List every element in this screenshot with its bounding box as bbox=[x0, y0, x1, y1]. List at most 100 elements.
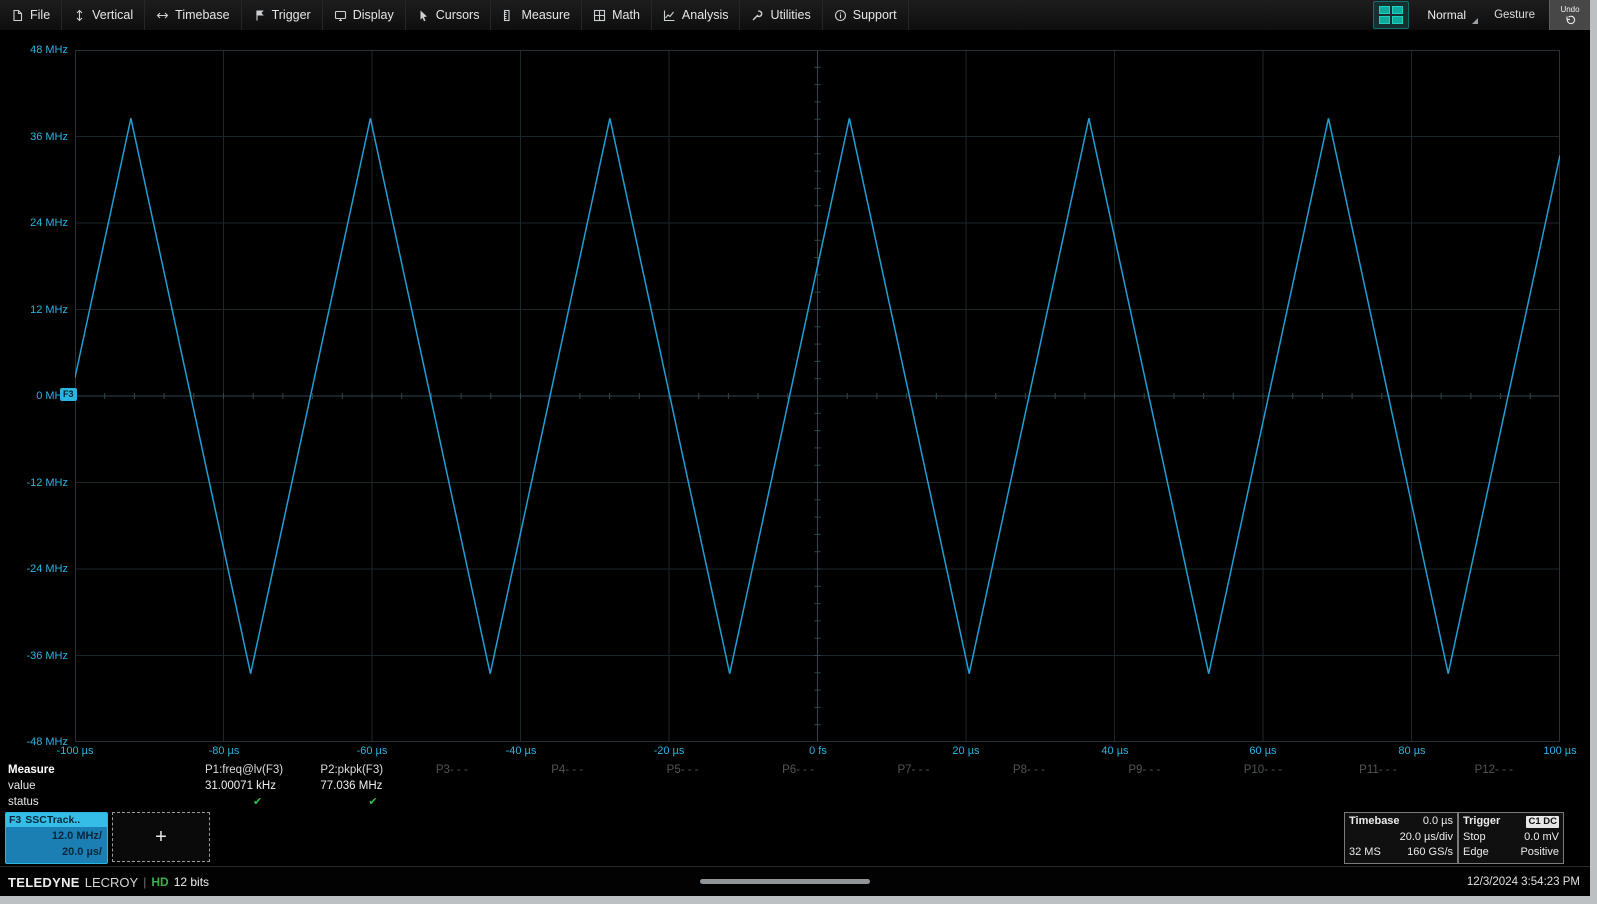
measure-p4-header[interactable]: P4- - - bbox=[551, 762, 666, 778]
undo-button[interactable]: Undo bbox=[1549, 0, 1590, 30]
measure-p4-value bbox=[551, 778, 666, 794]
bits-label: 12 bits bbox=[174, 875, 209, 889]
measure-p8-header[interactable]: P8- - - bbox=[1013, 762, 1128, 778]
grid-square-icon bbox=[1392, 6, 1403, 14]
trigger-level: 0.0 mV bbox=[1524, 830, 1559, 846]
measure-p3-status bbox=[436, 794, 551, 810]
datetime-display: 12/3/2024 3:54:23 PM bbox=[1467, 876, 1590, 888]
measure-p10-status bbox=[1244, 794, 1359, 810]
menu-trigger[interactable]: Trigger bbox=[242, 0, 323, 30]
menu-file-label: File bbox=[30, 8, 50, 22]
menu-measure[interactable]: Measure bbox=[491, 0, 582, 30]
brand-teledyne: TELEDYNE bbox=[8, 875, 80, 890]
measure-p12-status bbox=[1475, 794, 1590, 810]
menu-trigger-label: Trigger bbox=[272, 8, 311, 22]
menu-analysis[interactable]: Analysis bbox=[652, 0, 741, 30]
menu-utilities[interactable]: Utilities bbox=[740, 0, 822, 30]
measure-p6-header[interactable]: P6- - - bbox=[782, 762, 897, 778]
plot-area: 48 MHz 36 MHz 24 MHz 12 MHz 0 MHz -12 MH… bbox=[0, 30, 1590, 764]
menu-support[interactable]: Support bbox=[823, 0, 909, 30]
measure-p1-status-check-icon: ✔ bbox=[205, 794, 320, 810]
vertical-arrows-icon bbox=[73, 9, 86, 22]
menu-file[interactable]: File bbox=[0, 0, 62, 30]
measure-status-row: status ✔ ✔ bbox=[0, 794, 1590, 810]
menu-utilities-label: Utilities bbox=[770, 8, 810, 22]
file-icon bbox=[11, 9, 24, 22]
f3-descriptor-header: F3 SSCTrack.. bbox=[6, 813, 107, 827]
measure-p9-value bbox=[1128, 778, 1243, 794]
measure-p7-value bbox=[897, 778, 1012, 794]
x-axis-label: -40 µs bbox=[506, 745, 537, 757]
measure-p1-value: 31.00071 kHz bbox=[205, 778, 320, 794]
waveform-grid[interactable] bbox=[75, 50, 1560, 742]
measure-p12-value bbox=[1475, 778, 1590, 794]
menu-vertical[interactable]: Vertical bbox=[62, 0, 145, 30]
display-mode-label: Normal bbox=[1427, 8, 1466, 22]
status-row-label: status bbox=[0, 794, 205, 810]
oscilloscope-app: File Vertical Timebase Trigger Display C… bbox=[0, 0, 1590, 896]
x-axis-label: 20 µs bbox=[952, 745, 979, 757]
brand-logo: TELEDYNE LECROY | HD 12 bits bbox=[0, 875, 209, 890]
y-axis-label: 48 MHz bbox=[0, 43, 68, 57]
x-axis-label: -60 µs bbox=[357, 745, 388, 757]
measure-p11-status bbox=[1359, 794, 1474, 810]
gesture-toggle[interactable]: Gesture bbox=[1490, 9, 1539, 21]
status-bar: TELEDYNE LECROY | HD 12 bits 12/3/2024 3… bbox=[0, 866, 1590, 896]
x-axis-label: 40 µs bbox=[1101, 745, 1128, 757]
undo-label: Undo bbox=[1560, 5, 1579, 14]
menu-math[interactable]: Math bbox=[582, 0, 652, 30]
trigger-title: Trigger bbox=[1463, 814, 1500, 830]
value-row-label: value bbox=[0, 778, 205, 794]
f3-vertical-scale: 12.0 MHz/ bbox=[6, 828, 102, 844]
x-axis-label: 0 fs bbox=[809, 745, 827, 757]
measure-p10-header[interactable]: P10- - - bbox=[1244, 762, 1359, 778]
measure-p3-header[interactable]: P3- - - bbox=[436, 762, 551, 778]
menu-timebase[interactable]: Timebase bbox=[145, 0, 241, 30]
measure-p2-header[interactable]: P2:pkpk(F3) bbox=[320, 762, 435, 778]
measure-p5-value bbox=[667, 778, 782, 794]
measure-p1-header[interactable]: P1:freq@lv(F3) bbox=[205, 762, 320, 778]
measure-p7-status bbox=[897, 794, 1012, 810]
trigger-descriptor[interactable]: TriggerC1 DC Stop0.0 mV EdgePositive bbox=[1458, 812, 1564, 864]
measure-p11-value bbox=[1359, 778, 1474, 794]
dropdown-corner-icon bbox=[1472, 18, 1478, 24]
f3-zero-level-marker[interactable]: F3 bbox=[60, 388, 77, 401]
measure-p8-status bbox=[1013, 794, 1128, 810]
measure-p5-header[interactable]: P5- - - bbox=[667, 762, 782, 778]
f3-trace-descriptor[interactable]: F3 SSCTrack.. 12.0 MHz/ 20.0 µs/ bbox=[5, 812, 108, 864]
menu-cursors[interactable]: Cursors bbox=[406, 0, 492, 30]
measure-p6-status bbox=[782, 794, 897, 810]
measure-p9-header[interactable]: P9- - - bbox=[1128, 762, 1243, 778]
menu-display[interactable]: Display bbox=[323, 0, 406, 30]
y-axis-label: 36 MHz bbox=[0, 130, 68, 144]
trigger-slope: Positive bbox=[1520, 845, 1559, 861]
measure-p9-status bbox=[1128, 794, 1243, 810]
horizontal-arrows-icon bbox=[156, 9, 169, 22]
waveform-display[interactable] bbox=[75, 50, 1560, 742]
y-axis-label: 24 MHz bbox=[0, 216, 68, 230]
timebase-descriptor[interactable]: Timebase0.0 µs 20.0 µs/div 32 MS160 GS/s bbox=[1344, 812, 1458, 864]
measure-value-row: value 31.00071 kHz 77.036 MHz bbox=[0, 778, 1590, 794]
grid-layout-button[interactable] bbox=[1373, 1, 1409, 29]
menu-vertical-label: Vertical bbox=[92, 8, 133, 22]
display-mode-dropdown[interactable]: Normal bbox=[1419, 4, 1480, 26]
x-axis-label: 100 µs bbox=[1543, 745, 1576, 757]
hd-mode-label: HD bbox=[151, 875, 168, 889]
x-axis-label: -80 µs bbox=[209, 745, 240, 757]
menu-cursors-label: Cursors bbox=[436, 8, 480, 22]
measure-p7-header[interactable]: P7- - - bbox=[897, 762, 1012, 778]
add-trace-button[interactable]: + bbox=[112, 812, 210, 862]
trigger-mode: Stop bbox=[1463, 830, 1486, 846]
horizontal-scrollbar[interactable] bbox=[700, 879, 870, 884]
timebase-title: Timebase bbox=[1349, 814, 1400, 830]
grid-square-icon bbox=[1392, 16, 1403, 24]
measure-p12-header[interactable]: P12- - - bbox=[1475, 762, 1590, 778]
brand-separator: | bbox=[143, 875, 146, 889]
trigger-kind: Edge bbox=[1463, 845, 1489, 861]
y-axis-label: 0 MHz bbox=[0, 389, 68, 403]
measure-row-label: Measure bbox=[0, 762, 205, 778]
measure-p8-value bbox=[1013, 778, 1128, 794]
measure-p11-header[interactable]: P11- - - bbox=[1359, 762, 1474, 778]
y-axis-label: 12 MHz bbox=[0, 303, 68, 317]
screen-frame: File Vertical Timebase Trigger Display C… bbox=[0, 0, 1597, 904]
